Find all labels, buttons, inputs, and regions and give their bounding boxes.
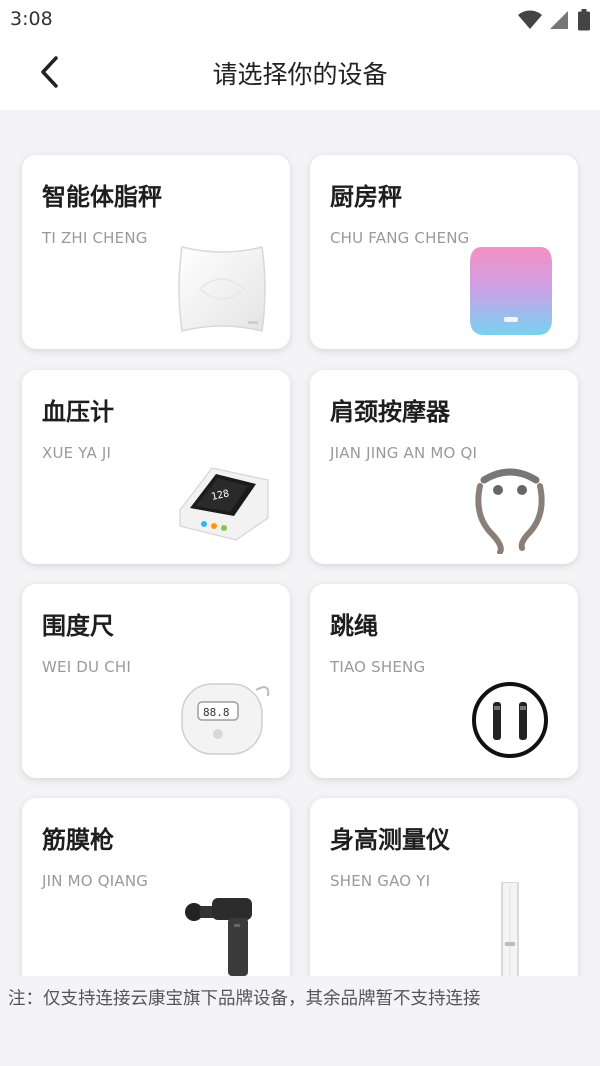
footer-note-text: 注：仅支持连接云康宝旗下品牌设备，其余品牌暂不支持连接 bbox=[8, 989, 481, 1009]
body-fat-scale-image bbox=[178, 246, 266, 332]
blood-pressure-monitor-image: 128 bbox=[179, 467, 269, 541]
device-name: 围度尺 bbox=[42, 612, 114, 640]
nav-bar: 请选择你的设备 bbox=[0, 40, 600, 110]
status-time: 3:08 bbox=[10, 8, 53, 30]
device-pinyin: WEI DU CHI bbox=[42, 658, 131, 676]
neck-massager-image bbox=[475, 468, 545, 554]
device-card-height-meter[interactable]: 身高测量仪 SHEN GAO YI bbox=[310, 798, 578, 976]
height-meter-image bbox=[501, 882, 519, 976]
device-name: 身高测量仪 bbox=[330, 826, 450, 854]
status-icons bbox=[518, 9, 590, 31]
tape-measure-image: 88.8 bbox=[181, 683, 270, 755]
device-name: 血压计 bbox=[42, 398, 114, 426]
battery-icon bbox=[578, 9, 590, 31]
massage-gun-image bbox=[185, 898, 252, 976]
page-title: 请选择你的设备 bbox=[212, 60, 388, 89]
device-pinyin: JIAN JING AN MO QI bbox=[330, 444, 478, 462]
device-card-kitchen-scale[interactable]: 厨房秤 CHU FANG CHENG bbox=[310, 155, 578, 349]
device-pinyin: CHU FANG CHENG bbox=[330, 229, 470, 247]
jump-rope-image bbox=[472, 682, 548, 758]
device-name: 厨房秤 bbox=[330, 183, 402, 211]
device-pinyin: TIAO SHENG bbox=[330, 658, 426, 676]
kitchen-scale-image bbox=[470, 247, 552, 335]
svg-text:88.8: 88.8 bbox=[203, 706, 230, 719]
device-card-body-fat-scale[interactable]: 智能体脂秤 TI ZHI CHENG bbox=[22, 155, 290, 349]
device-name: 智能体脂秤 bbox=[42, 183, 162, 211]
status-bar: 3:08 bbox=[0, 0, 600, 40]
device-card-neck-massager[interactable]: 肩颈按摩器 JIAN JING AN MO QI bbox=[310, 370, 578, 564]
device-card-blood-pressure[interactable]: 血压计 XUE YA JI 128 bbox=[22, 370, 290, 564]
footer-note: 注：仅支持连接云康宝旗下品牌设备，其余品牌暂不支持连接 bbox=[0, 976, 600, 1066]
device-card-jump-rope[interactable]: 跳绳 TIAO SHENG bbox=[310, 584, 578, 778]
device-name: 跳绳 bbox=[330, 612, 378, 640]
device-grid[interactable]: 智能体脂秤 TI ZHI CHENG 厨房秤 CHU FANG CHENG 血压… bbox=[0, 110, 600, 976]
signal-icon bbox=[550, 11, 568, 29]
device-pinyin: XUE YA JI bbox=[42, 444, 112, 462]
device-pinyin: SHEN GAO YI bbox=[330, 872, 431, 890]
device-card-tape-measure[interactable]: 围度尺 WEI DU CHI 88.8 bbox=[22, 584, 290, 778]
device-pinyin: TI ZHI CHENG bbox=[42, 229, 148, 247]
device-name: 筋膜枪 bbox=[42, 826, 114, 854]
device-pinyin: JIN MO QIANG bbox=[42, 872, 149, 890]
device-card-massage-gun[interactable]: 筋膜枪 JIN MO QIANG bbox=[22, 798, 290, 976]
wifi-icon bbox=[518, 10, 542, 29]
device-name: 肩颈按摩器 bbox=[330, 398, 450, 426]
